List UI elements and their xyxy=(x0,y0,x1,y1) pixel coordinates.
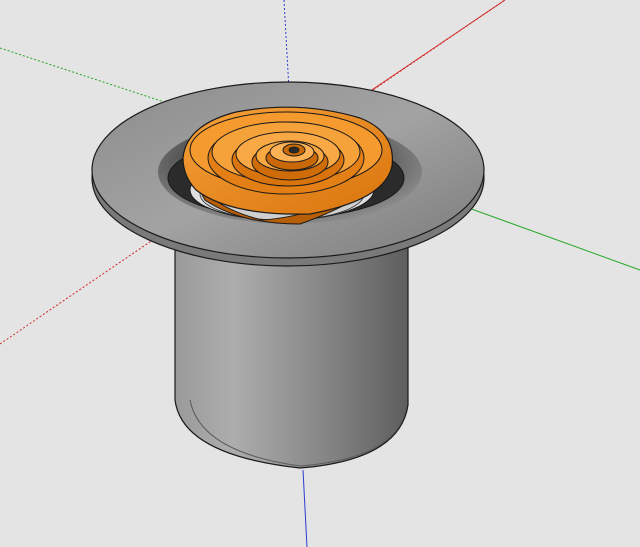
cylinder-icon[interactable] xyxy=(174,244,409,469)
blue-axis-solid xyxy=(302,469,308,547)
scene-canvas[interactable] xyxy=(0,0,640,547)
modeling-viewport[interactable] xyxy=(0,0,640,547)
